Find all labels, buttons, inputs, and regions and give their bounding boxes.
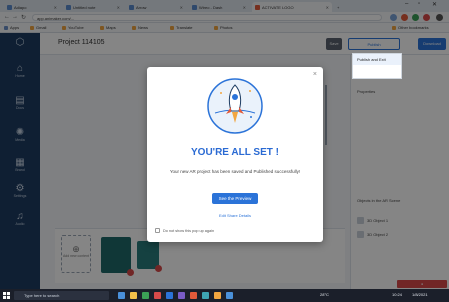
app-icon[interactable]	[202, 292, 209, 299]
see-preview-button[interactable]: See the Preview	[212, 193, 258, 204]
file-explorer-icon[interactable]	[130, 292, 137, 299]
app-icon[interactable]	[226, 292, 233, 299]
windows-start-icon[interactable]	[3, 292, 10, 299]
app-icon[interactable]	[178, 292, 185, 299]
modal-message: Your new AR project has been saved and P…	[169, 169, 301, 174]
modal-title: YOU'RE ALL SET !	[191, 147, 279, 158]
success-modal: × YOU'RE ALL SET ! Your new AR project h…	[147, 67, 323, 242]
edit-share-details-link[interactable]: Edit Share Details	[147, 213, 323, 218]
dont-show-again-checkbox[interactable]: Do not show this pop up again	[155, 228, 214, 233]
checkbox-icon[interactable]	[155, 228, 160, 233]
os-taskbar: Type here to search 28°C 10:24 1/8/2021	[0, 289, 449, 302]
rocket-illustration-icon	[207, 78, 263, 134]
close-icon[interactable]: ×	[313, 71, 317, 78]
app-icon[interactable]	[190, 292, 197, 299]
menu-item-publish-exit[interactable]: Publish and Exit	[353, 54, 401, 65]
task-view-icon[interactable]	[118, 292, 125, 299]
app-icon[interactable]	[214, 292, 221, 299]
publish-dropdown-menu: Publish and Exit	[352, 53, 402, 79]
app-icon[interactable]	[166, 292, 173, 299]
clock-time[interactable]: 10:24	[392, 292, 402, 297]
chrome-icon[interactable]	[154, 292, 161, 299]
clock-date[interactable]: 1/8/2021	[412, 292, 428, 297]
taskbar-search-input[interactable]: Type here to search	[14, 291, 109, 300]
app-icon[interactable]	[142, 292, 149, 299]
weather-widget[interactable]: 28°C	[320, 292, 329, 297]
